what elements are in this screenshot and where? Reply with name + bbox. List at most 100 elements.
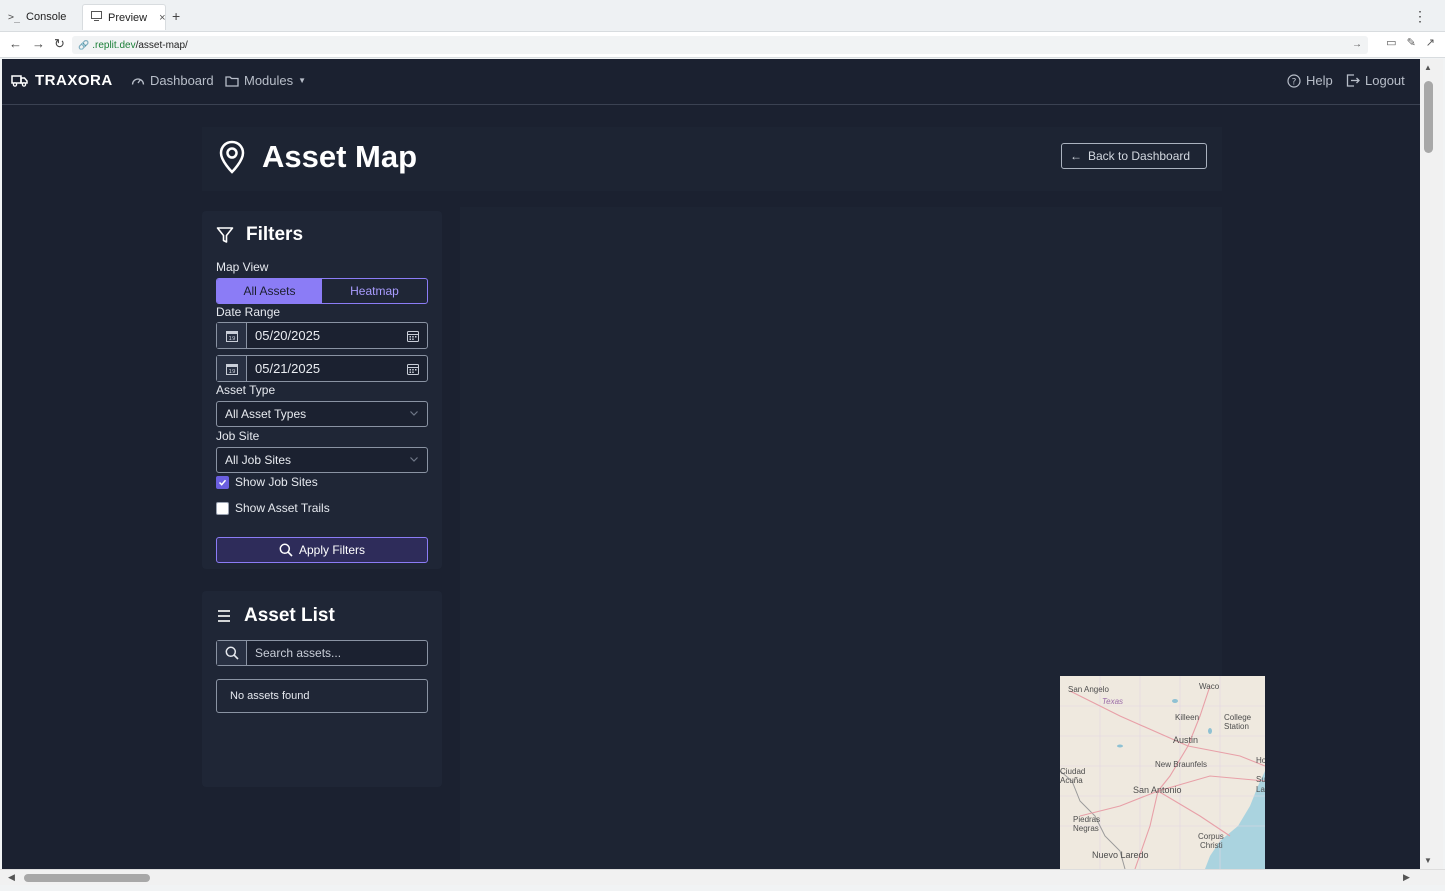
map-label-acuna: Acuña	[1060, 776, 1083, 785]
map-label-new-braunfels: New Braunfels	[1155, 760, 1208, 769]
vertical-scroll-thumb[interactable]	[1424, 81, 1433, 153]
map-label-killeen: Killeen	[1175, 713, 1200, 722]
funnel-icon	[216, 227, 234, 243]
map-label-waco: Waco	[1199, 682, 1220, 691]
map-label-corpus: Corpus	[1198, 832, 1224, 841]
map-label-christi: Christi	[1200, 841, 1223, 850]
start-date-value: 05/20/2025	[255, 328, 321, 343]
map-pin-icon	[219, 140, 245, 174]
show-asset-trails-row: Show Asset Trails	[216, 501, 330, 515]
monitor-icon	[91, 11, 102, 24]
app-viewport: TRAXORA Dashboard Modules ▼ ? Help Logou…	[2, 59, 1420, 869]
scroll-down-icon[interactable]: ▼	[1424, 856, 1432, 865]
map-view-toggle: All Assets Heatmap	[216, 278, 428, 304]
scroll-left-icon[interactable]: ◀	[8, 872, 15, 883]
map-label-college: College	[1224, 713, 1252, 722]
logout-icon	[1346, 74, 1360, 87]
date-range-label: Date Range	[216, 305, 281, 319]
nav-help-label: Help	[1306, 73, 1333, 88]
external-link-icon[interactable]: ↗	[1426, 36, 1435, 49]
nav-logout[interactable]: Logout	[1346, 73, 1405, 88]
go-arrow-icon[interactable]: →	[1352, 36, 1362, 54]
asset-type-label: Asset Type	[216, 383, 276, 397]
end-date-value: 05/21/2025	[255, 361, 321, 376]
apply-filters-button[interactable]: Apply Filters	[216, 537, 428, 563]
map-tile-graphics	[1060, 676, 1265, 869]
filters-card: Filters Map View All Assets Heatmap Date…	[202, 211, 442, 569]
map-label-la: La	[1256, 785, 1265, 794]
start-date-field[interactable]: 19 05/20/2025	[216, 322, 428, 349]
filters-title-text: Filters	[246, 224, 304, 245]
map-view-label: Map View	[216, 260, 269, 274]
url-path: /asset-map/	[135, 40, 188, 51]
calendar-icon[interactable]	[399, 323, 427, 348]
terminal-icon: >_	[8, 11, 21, 23]
map-label-negras: Negras	[1073, 824, 1099, 833]
url-field[interactable]: 🔗 .replit.dev/asset-map/ →	[72, 36, 1368, 54]
tab-label: Console	[26, 11, 67, 23]
horizontal-scrollbar[interactable]: ◀ ▶	[0, 869, 1445, 885]
scroll-up-icon[interactable]: ▲	[1424, 63, 1432, 72]
map-tile[interactable]: San Angelo Waco Texas Killeen College St…	[1060, 676, 1265, 869]
forward-arrow-icon[interactable]: →	[32, 36, 45, 51]
filters-title: Filters	[216, 224, 303, 246]
apply-filters-label: Apply Filters	[298, 543, 366, 557]
address-bar: ← → ↻ 🔗 .replit.dev/asset-map/ → ▭ ✎ ↗	[0, 32, 1445, 58]
folder-icon	[225, 75, 239, 87]
map-label-ciudad: Ciudad	[1060, 767, 1086, 776]
asset-type-value: All Asset Types	[225, 407, 307, 421]
tab-console[interactable]: >_ Console	[0, 4, 74, 30]
calendar-icon[interactable]	[399, 356, 427, 381]
device-icon[interactable]: ▭	[1386, 36, 1396, 49]
map-label-nuevo-laredo: Nuevo Laredo	[1092, 850, 1149, 860]
vertical-scrollbar[interactable]: ▲ ▼	[1420, 59, 1443, 869]
brand-logo[interactable]: TRAXORA	[11, 72, 113, 89]
scroll-right-icon[interactable]: ▶	[1403, 872, 1410, 883]
map-label-san-antonio: San Antonio	[1133, 785, 1182, 795]
asset-search-field[interactable]: Search assets...	[216, 640, 428, 666]
tab-preview[interactable]: Preview ×	[82, 4, 166, 30]
heatmap-option[interactable]: Heatmap	[322, 279, 427, 303]
nav-logout-label: Logout	[1365, 73, 1405, 88]
arrow-left-icon: ←	[1070, 149, 1082, 163]
nav-modules-label: Modules	[244, 73, 294, 88]
map-label-san-angelo: San Angelo	[1068, 685, 1109, 694]
asset-list-title: Asset List	[216, 605, 335, 627]
new-tab-button[interactable]: +	[172, 8, 180, 24]
back-to-dashboard-button[interactable]: ← Back to Dashboard	[1061, 143, 1207, 169]
brand-name: TRAXORA	[35, 72, 113, 89]
show-asset-trails-checkbox[interactable]	[216, 501, 229, 515]
more-menu-icon[interactable]: ⋮	[1413, 8, 1427, 25]
job-site-label: Job Site	[216, 429, 260, 443]
nav-dashboard[interactable]: Dashboard	[131, 73, 214, 88]
asset-search-input[interactable]: Search assets...	[247, 641, 427, 665]
all-assets-option[interactable]: All Assets	[217, 279, 322, 303]
nav-modules[interactable]: Modules ▼	[225, 73, 306, 88]
link-icon: 🔗	[78, 40, 90, 50]
reload-icon[interactable]: ↻	[54, 36, 65, 52]
map-label-texas: Texas	[1102, 697, 1124, 706]
show-job-sites-checkbox[interactable]	[216, 475, 229, 489]
wrench-icon[interactable]: ✎	[1407, 36, 1416, 49]
back-arrow-icon[interactable]: ←	[9, 36, 22, 51]
search-icon	[217, 641, 247, 665]
nav-help[interactable]: ? Help	[1287, 73, 1333, 88]
asset-type-select[interactable]: All Asset Types	[216, 401, 428, 427]
show-job-sites-label: Show Job Sites	[235, 475, 318, 489]
chevron-down-icon	[410, 457, 418, 462]
speedometer-icon	[131, 78, 145, 85]
page-header: Asset Map ← Back to Dashboard	[202, 127, 1222, 191]
calendar-day-number: 19	[228, 336, 235, 342]
list-icon	[218, 610, 230, 622]
end-date-field[interactable]: 19 05/21/2025	[216, 355, 428, 382]
top-navbar: TRAXORA Dashboard Modules ▼ ? Help Logou…	[2, 59, 1420, 105]
job-site-value: All Job Sites	[225, 453, 292, 467]
map-label-station: Station	[1224, 722, 1249, 731]
svg-text:?: ?	[1292, 77, 1297, 87]
check-icon	[218, 479, 227, 486]
calendar-day-icon: 19	[217, 356, 247, 381]
job-site-select[interactable]: All Job Sites	[216, 447, 428, 473]
close-icon[interactable]: ×	[159, 12, 165, 24]
horizontal-scroll-thumb[interactable]	[24, 874, 150, 882]
url-domain: .replit.dev	[92, 40, 136, 51]
